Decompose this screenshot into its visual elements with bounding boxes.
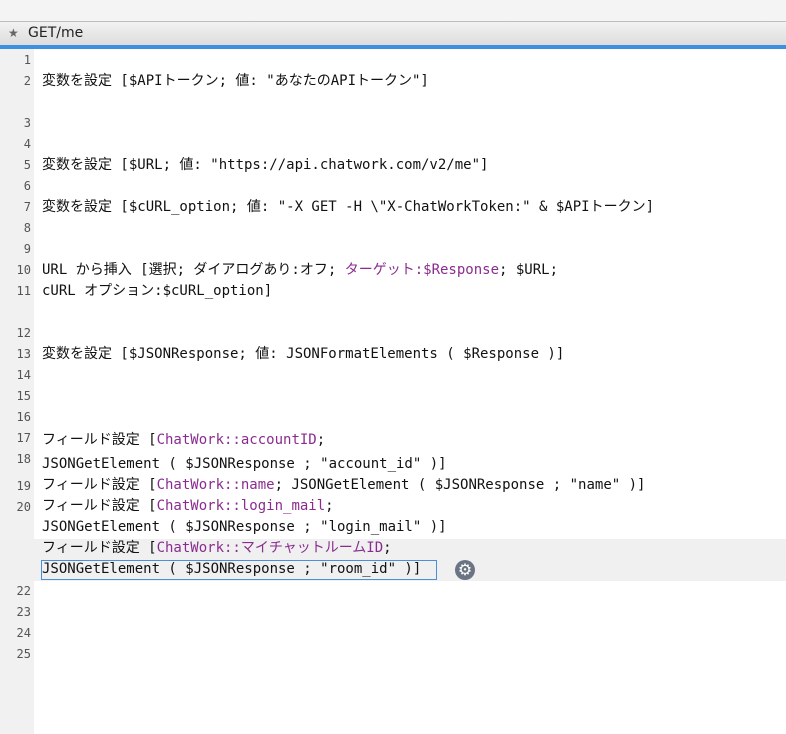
- script-step[interactable]: フィールド設定 [ChatWork::name; JSONGetElement …: [42, 475, 645, 496]
- line-number: 22: [16, 584, 31, 598]
- line-number: 20: [16, 500, 31, 514]
- script-step[interactable]: フィールド設定 [ChatWork::accountID;: [42, 430, 325, 451]
- step-text: フィールド設定 [: [42, 540, 157, 556]
- line-number: 7: [23, 200, 31, 214]
- field-reference: ChatWork::accountID: [156, 432, 317, 448]
- star-icon[interactable]: ★: [8, 26, 19, 40]
- step-text: URL から挿入 [選択; ダイアログあり:オフ;: [42, 262, 345, 278]
- script-step-continuation[interactable]: JSONGetElement ( $JSONResponse ; "accoun…: [42, 454, 447, 475]
- step-text: ;: [316, 432, 326, 448]
- script-step[interactable]: URL から挿入 [選択; ダイアログあり:オフ; ターゲット:$Respons…: [42, 260, 558, 281]
- script-step-continuation[interactable]: JSONGetElement ( $JSONResponse ; "login_…: [42, 517, 447, 538]
- line-number: 5: [23, 158, 31, 172]
- line-number: 25: [16, 647, 31, 661]
- line-number: 1: [23, 53, 31, 67]
- script-step-continuation[interactable]: cURL オプション:$cURL_option]: [42, 281, 272, 302]
- line-number: 23: [16, 605, 31, 619]
- field-reference: ChatWork::name: [156, 477, 275, 493]
- script-step[interactable]: フィールド設定 [ChatWork::login_mail;: [42, 496, 334, 517]
- line-number: 4: [23, 137, 31, 151]
- line-number: 15: [16, 389, 31, 403]
- window-top-strip: [0, 0, 786, 21]
- step-text: ;: [325, 498, 334, 514]
- line-number: 16: [16, 410, 31, 424]
- line-number: 3: [23, 116, 31, 130]
- script-step[interactable]: 変数を設定 [$cURL_option; 値: "-X GET -H \"X-C…: [42, 197, 654, 218]
- script-step[interactable]: 変数を設定 [$APIトークン; 値: "あなたのAPIトークン"]: [42, 71, 429, 92]
- line-number: 13: [16, 347, 31, 361]
- line-number: 11: [16, 284, 31, 298]
- line-number: 19: [16, 479, 31, 493]
- step-text: フィールド設定 [: [42, 477, 157, 493]
- line-number: 9: [23, 242, 31, 256]
- gear-icon[interactable]: ⚙: [455, 560, 475, 580]
- line-number: 18: [16, 452, 31, 466]
- script-editor[interactable]: 1 2 3 4 5 6 7 8 9 10 11 12 13 14 15 16 1…: [0, 49, 786, 734]
- line-number: 8: [23, 221, 31, 235]
- step-text: フィールド設定 [: [42, 432, 157, 448]
- script-step[interactable]: 変数を設定 [$JSONResponse; 値: JSONFormatEleme…: [42, 344, 564, 365]
- target-parameter: ターゲット:$Response: [344, 262, 500, 278]
- step-text: ; $URL;: [499, 262, 559, 278]
- script-step-continuation[interactable]: JSONGetElement ( $JSONResponse ; "room_i…: [42, 559, 421, 580]
- field-reference: ChatWork::マイチャットルームID: [156, 540, 384, 556]
- step-text: ; JSONGetElement ( $JSONResponse ; "name…: [274, 477, 646, 493]
- line-number: 17: [16, 431, 31, 445]
- step-text: ;: [383, 540, 392, 556]
- script-step[interactable]: フィールド設定 [ChatWork::マイチャットルームID;: [42, 538, 392, 559]
- line-number: 2: [23, 74, 31, 88]
- step-text: フィールド設定 [: [42, 498, 157, 514]
- line-number: 6: [23, 179, 31, 193]
- line-number: 24: [16, 626, 31, 640]
- script-step[interactable]: 変数を設定 [$URL; 値: "https://api.chatwork.co…: [42, 155, 488, 176]
- tab-title: GET/me: [28, 25, 84, 41]
- line-number: 12: [16, 326, 31, 340]
- script-tab[interactable]: ★ GET/me: [0, 21, 786, 46]
- line-number: 10: [16, 263, 31, 277]
- field-reference: ChatWork::login_mail: [156, 498, 326, 514]
- line-number: 14: [16, 368, 31, 382]
